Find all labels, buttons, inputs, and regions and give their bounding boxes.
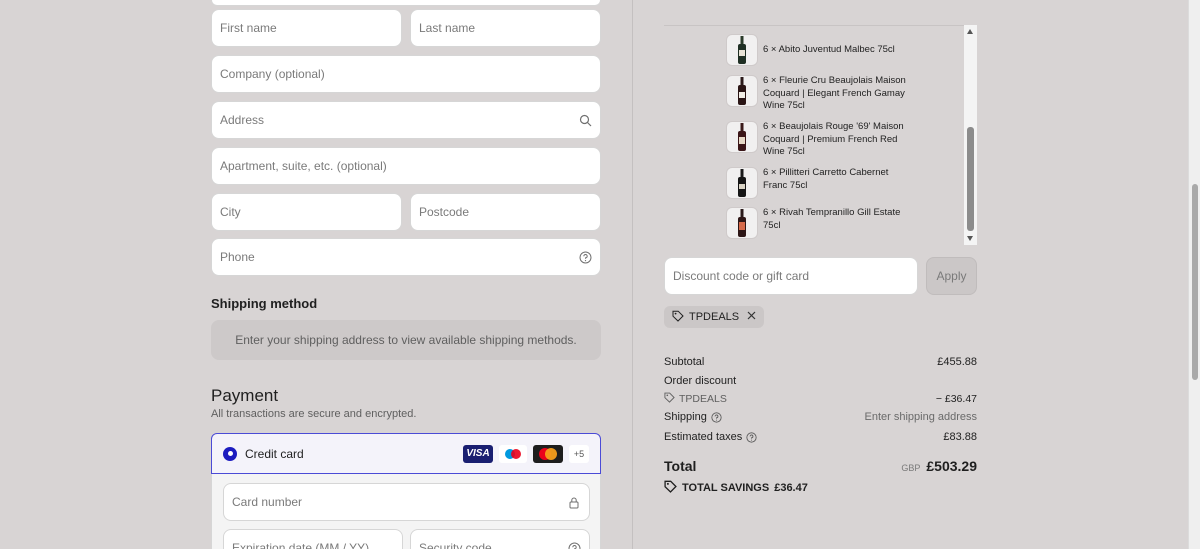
- card-number-field[interactable]: [223, 483, 590, 521]
- taxes-label: Estimated taxes: [664, 431, 743, 443]
- total-label: Total: [664, 458, 697, 474]
- scroll-up-arrow-icon[interactable]: [967, 29, 973, 34]
- item-label: 6 × Beaujolais Rouge '69' Maison Coquard…: [763, 121, 904, 157]
- last-name-field[interactable]: [410, 9, 601, 47]
- item-label: 6 × Rivah Tempranillo Gill Estate 75cl: [763, 207, 901, 231]
- tag-icon: [672, 310, 684, 325]
- credit-card-radio[interactable]: [223, 446, 237, 461]
- discount-code-field[interactable]: [664, 257, 918, 295]
- wine-bottle-image: [726, 121, 758, 153]
- discount-value: − £36.47: [935, 393, 977, 405]
- page-scrollbar[interactable]: [1188, 0, 1200, 549]
- wine-bottle-image: [726, 34, 758, 66]
- security-code-input[interactable]: [419, 541, 567, 549]
- shipping-method-heading: Shipping method: [211, 296, 318, 311]
- list-item: 6 × Beaujolais Rouge '69' Maison Coquard…: [726, 121, 915, 159]
- last-name-input[interactable]: [419, 21, 592, 35]
- taxes-row: Estimated taxes £83.88: [664, 431, 977, 443]
- taxes-value: £83.88: [943, 431, 977, 443]
- maestro-logo: [499, 444, 527, 463]
- total-value: £503.29: [926, 458, 977, 474]
- tag-icon: [664, 480, 677, 496]
- first-name-field[interactable]: [211, 9, 402, 47]
- city-field[interactable]: [211, 193, 402, 231]
- help-circle-icon[interactable]: [567, 541, 581, 549]
- credit-card-option[interactable]: Credit card VISA +5: [211, 433, 601, 474]
- discount-code-label: TPDEALS: [679, 393, 727, 405]
- first-name-input[interactable]: [220, 21, 393, 35]
- visa-logo: VISA: [463, 444, 493, 463]
- payment-subtitle: All transactions are secure and encrypte…: [211, 408, 417, 420]
- apartment-field[interactable]: [211, 147, 601, 185]
- apartment-input[interactable]: [220, 159, 592, 173]
- city-input[interactable]: [220, 205, 393, 219]
- cart-items-scroll-thumb[interactable]: [967, 127, 974, 231]
- list-item: 6 × Rivah Tempranillo Gill Estate 75cl: [726, 207, 915, 239]
- address-input[interactable]: [220, 113, 578, 127]
- help-circle-icon[interactable]: [746, 431, 757, 443]
- credit-card-label: Credit card: [245, 446, 304, 461]
- discount-code-input[interactable]: [673, 269, 909, 283]
- help-circle-icon[interactable]: [711, 411, 722, 423]
- order-discount-label: Order discount: [664, 375, 737, 387]
- total-savings-label: TOTAL SAVINGS: [682, 482, 770, 494]
- discount-code-row: TPDEALS − £36.47: [664, 392, 977, 406]
- credit-card-form: [211, 474, 601, 549]
- item-label: 6 × Abito Juventud Malbec 75cl: [763, 43, 895, 55]
- help-circle-icon[interactable]: [578, 250, 592, 264]
- expiration-date-field[interactable]: [223, 529, 403, 549]
- mastercard-logo: [533, 444, 563, 463]
- previous-field-edge: [211, 0, 601, 6]
- shipping-value: Enter shipping address: [864, 411, 977, 423]
- wine-bottle-image: [726, 207, 758, 239]
- list-item: 6 × Pillitteri Carretto Cabernet Franc 7…: [726, 167, 915, 199]
- subtotal-value: £455.88: [937, 356, 977, 368]
- total-savings-value: £36.47: [774, 482, 808, 494]
- security-code-field[interactable]: [410, 529, 590, 549]
- column-divider: [632, 0, 633, 549]
- card-number-input[interactable]: [232, 495, 567, 509]
- postcode-input[interactable]: [419, 205, 592, 219]
- subtotal-row: Subtotal £455.88: [664, 356, 977, 368]
- currency-code: GBP: [901, 463, 921, 473]
- search-icon[interactable]: [578, 113, 592, 127]
- applied-discount-code: TPDEALS: [689, 311, 740, 323]
- company-field[interactable]: [211, 55, 601, 93]
- page-scroll-thumb[interactable]: [1192, 184, 1198, 380]
- order-discount-row: Order discount: [664, 375, 977, 387]
- remove-discount-close-icon[interactable]: [747, 311, 756, 323]
- cart-items-list[interactable]: 6 × Abito Juventud Malbec 75cl 6 × Fleur…: [664, 25, 977, 245]
- total-row: Total GBP £503.29: [664, 458, 977, 474]
- lock-icon: [567, 495, 581, 509]
- cart-items-scrollbar[interactable]: [964, 25, 977, 245]
- applied-discount-chip: TPDEALS: [664, 306, 765, 328]
- postcode-field[interactable]: [410, 193, 601, 231]
- item-label: 6 × Pillitteri Carretto Cabernet Franc 7…: [763, 167, 889, 191]
- company-input[interactable]: [220, 67, 592, 81]
- payment-heading: Payment: [211, 386, 279, 405]
- shipping-row: Shipping Enter shipping address: [664, 411, 977, 423]
- subtotal-label: Subtotal: [664, 356, 705, 368]
- checkout-form-panel: Shipping method Enter your shipping addr…: [0, 0, 632, 549]
- list-item: 6 × Fleurie Cru Beaujolais Maison Coquar…: [726, 75, 915, 113]
- apply-discount-button[interactable]: Apply: [926, 257, 977, 295]
- phone-input[interactable]: [220, 250, 578, 264]
- shipping-label: Shipping: [664, 411, 707, 423]
- scroll-down-arrow-icon[interactable]: [967, 236, 973, 241]
- list-item: 6 × Abito Juventud Malbec 75cl: [726, 34, 915, 66]
- total-savings: TOTAL SAVINGS £36.47: [664, 480, 808, 496]
- shipping-method-notice: Enter your shipping address to view avai…: [211, 320, 601, 360]
- item-label: 6 × Fleurie Cru Beaujolais Maison Coquar…: [763, 75, 906, 111]
- address-field[interactable]: [211, 101, 601, 139]
- expiration-date-input[interactable]: [232, 541, 394, 549]
- wine-bottle-image: [726, 75, 758, 107]
- more-cards-badge: +5: [569, 444, 589, 463]
- phone-field[interactable]: [211, 238, 601, 276]
- wine-bottle-image: [726, 167, 758, 199]
- tag-icon: [664, 392, 675, 406]
